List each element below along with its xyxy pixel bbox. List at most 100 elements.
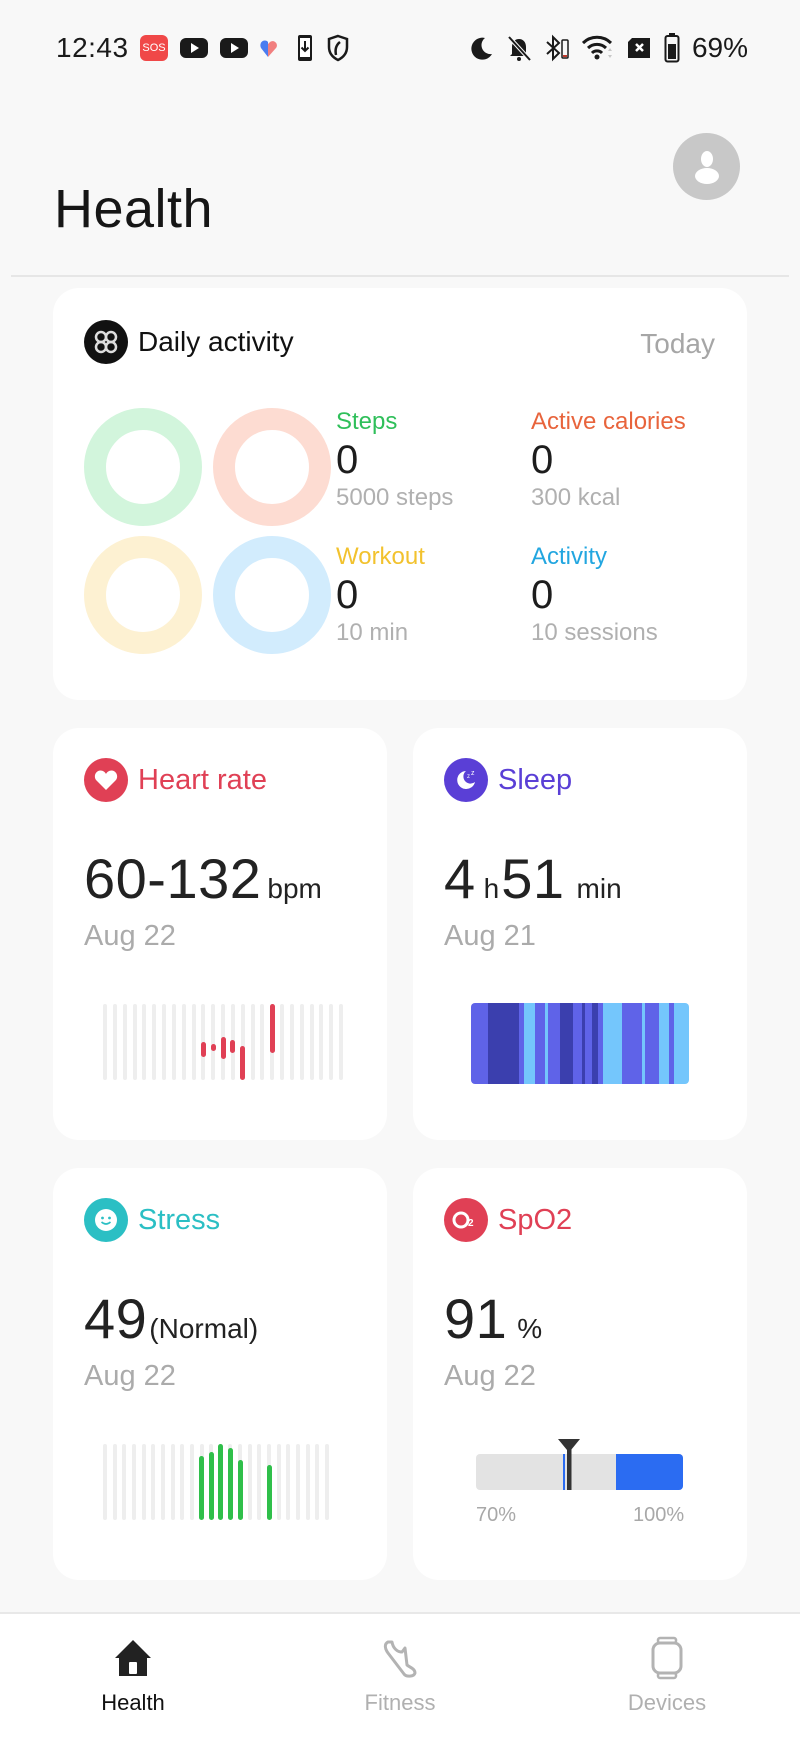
sleep-stage-deep <box>560 1003 574 1084</box>
heart-rate-bar <box>200 1042 206 1058</box>
svg-text:z: z <box>467 774 470 780</box>
status-bar: 12:43 SOS 69% <box>0 0 800 96</box>
profile-avatar-button[interactable] <box>673 133 740 200</box>
status-time: 12:43 <box>56 32 129 63</box>
steps-ring <box>84 408 202 526</box>
bluetooth-battery-icon <box>546 34 569 62</box>
heart-rate-card[interactable]: Heart rate 60-132 bpm Aug 22 <box>53 728 387 1140</box>
stress-bar-bg <box>325 1444 329 1520</box>
heart-rate-bar-bg <box>142 1004 147 1080</box>
smartwatch-icon <box>651 1636 683 1680</box>
heart-rate-chart <box>103 1004 343 1080</box>
calories-ring <box>213 408 331 526</box>
heart-rate-bar <box>230 1040 236 1053</box>
sleep-minutes: 51 <box>501 847 565 910</box>
spo2-reading-marker <box>557 1439 580 1490</box>
heart-rate-header: Heart rate <box>84 758 267 802</box>
sleep-stage-rem <box>674 1003 689 1084</box>
sleep-stage-light <box>585 1003 593 1084</box>
bottom-navigation: Health Fitness Devices <box>0 1612 800 1760</box>
notification-icons: SOS <box>140 34 350 62</box>
spo2-value-row: 91 % <box>444 1286 546 1351</box>
stress-header: Stress <box>84 1198 220 1242</box>
stress-bar <box>208 1451 214 1520</box>
heart-rate-bar-bg <box>162 1004 166 1080</box>
stress-bar-bg <box>189 1444 194 1520</box>
sleep-stage-light <box>573 1003 583 1084</box>
sleep-stage-light <box>644 1003 659 1084</box>
heart-rate-date: Aug 22 <box>84 920 176 952</box>
heart-rate-unit: bpm <box>267 873 322 904</box>
stress-bar <box>237 1459 243 1520</box>
heart-rate-title: Heart rate <box>138 763 267 796</box>
sleep-minutes-unit: min <box>576 873 622 904</box>
no-sim-icon <box>627 38 650 58</box>
heart-rate-bar <box>220 1036 226 1059</box>
battery-percent: 69% <box>691 32 748 63</box>
spo2-unit: % <box>517 1313 543 1344</box>
stress-bar-bg <box>141 1444 146 1520</box>
stress-bar-bg <box>160 1444 165 1520</box>
stress-bar-bg <box>122 1444 127 1520</box>
system-icons: 69% <box>470 32 748 64</box>
spo2-card[interactable]: 2 SpO2 91 % Aug 22 70% 100% <box>413 1168 747 1580</box>
stress-chart <box>103 1444 343 1520</box>
nav-tab-devices[interactable]: Devices <box>567 1636 767 1716</box>
stress-bar-bg <box>296 1444 301 1520</box>
steps-value: 0 <box>336 438 359 482</box>
sleep-stage-deep <box>487 1003 520 1084</box>
heart-rate-bar-bg <box>122 1004 127 1080</box>
heart-rate-bar-bg <box>171 1004 176 1080</box>
daily-activity-card[interactable]: Daily activity Today Steps 0 5000 steps … <box>53 288 747 700</box>
spo2-normal-range <box>616 1454 683 1490</box>
sleep-card[interactable]: z z Sleep 4 h 51 min Aug 21 <box>413 728 747 1140</box>
heart-rate-bar-bg <box>250 1004 255 1080</box>
activity-ring <box>213 536 331 654</box>
nav-tab-health[interactable]: Health <box>33 1636 233 1716</box>
heart-rate-bar-bg <box>339 1004 343 1080</box>
stress-bar <box>266 1465 272 1520</box>
spo2-date: Aug 22 <box>444 1360 536 1392</box>
nav-label-fitness: Fitness <box>364 1690 436 1715</box>
activity-metric: Activity 0 10 sessions <box>531 543 658 647</box>
stress-bar-bg <box>276 1444 281 1520</box>
heart-rate-bar-bg <box>112 1004 117 1080</box>
heart-rate-bar-bg <box>103 1004 107 1080</box>
stress-bar-bg <box>112 1444 117 1520</box>
activity-value: 0 <box>531 573 554 617</box>
health-heart-icon <box>260 40 277 57</box>
sleep-stage-light <box>534 1003 546 1084</box>
heart-icon <box>84 758 128 802</box>
stress-bar-bg <box>286 1444 291 1520</box>
battery-icon <box>664 33 680 63</box>
heart-rate-bar-bg <box>299 1004 304 1080</box>
bell-muted-icon <box>507 35 532 62</box>
stress-value: 49 <box>84 1287 148 1350</box>
activity-goal: 10 sessions <box>531 619 658 646</box>
stress-bar-bg <box>305 1444 310 1520</box>
stress-bar <box>227 1447 233 1520</box>
nav-tab-fitness[interactable]: Fitness <box>300 1636 500 1716</box>
heart-rate-bar <box>210 1044 216 1052</box>
smiley-face-icon <box>84 1198 128 1242</box>
sleep-title: Sleep <box>498 763 573 796</box>
stress-card[interactable]: Stress 49 (Normal) Aug 22 <box>53 1168 387 1580</box>
sleep-stage-light <box>548 1003 561 1084</box>
heart-rate-bar-bg <box>329 1004 334 1080</box>
sleep-date: Aug 21 <box>444 920 536 952</box>
heart-rate-bar <box>240 1045 246 1080</box>
heart-rate-bar-bg <box>152 1004 157 1080</box>
heart-rate-bar-bg <box>191 1004 196 1080</box>
stress-bar-bg <box>131 1444 136 1520</box>
phone-download-icon <box>298 35 312 61</box>
nav-label-devices: Devices <box>627 1690 707 1715</box>
daily-activity-title: Daily activity <box>138 326 294 357</box>
heart-rate-value-row: 60-132 bpm <box>84 846 326 911</box>
spo2-range-bar <box>476 1439 683 1490</box>
stress-bar-bg <box>315 1444 320 1520</box>
spo2-min-label: 70% <box>476 1504 517 1526</box>
sleep-stage-rem <box>658 1003 670 1084</box>
spo2-value: 91 <box>444 1287 508 1350</box>
user-avatar-icon <box>694 150 719 184</box>
heart-rate-bar-bg <box>280 1004 284 1080</box>
